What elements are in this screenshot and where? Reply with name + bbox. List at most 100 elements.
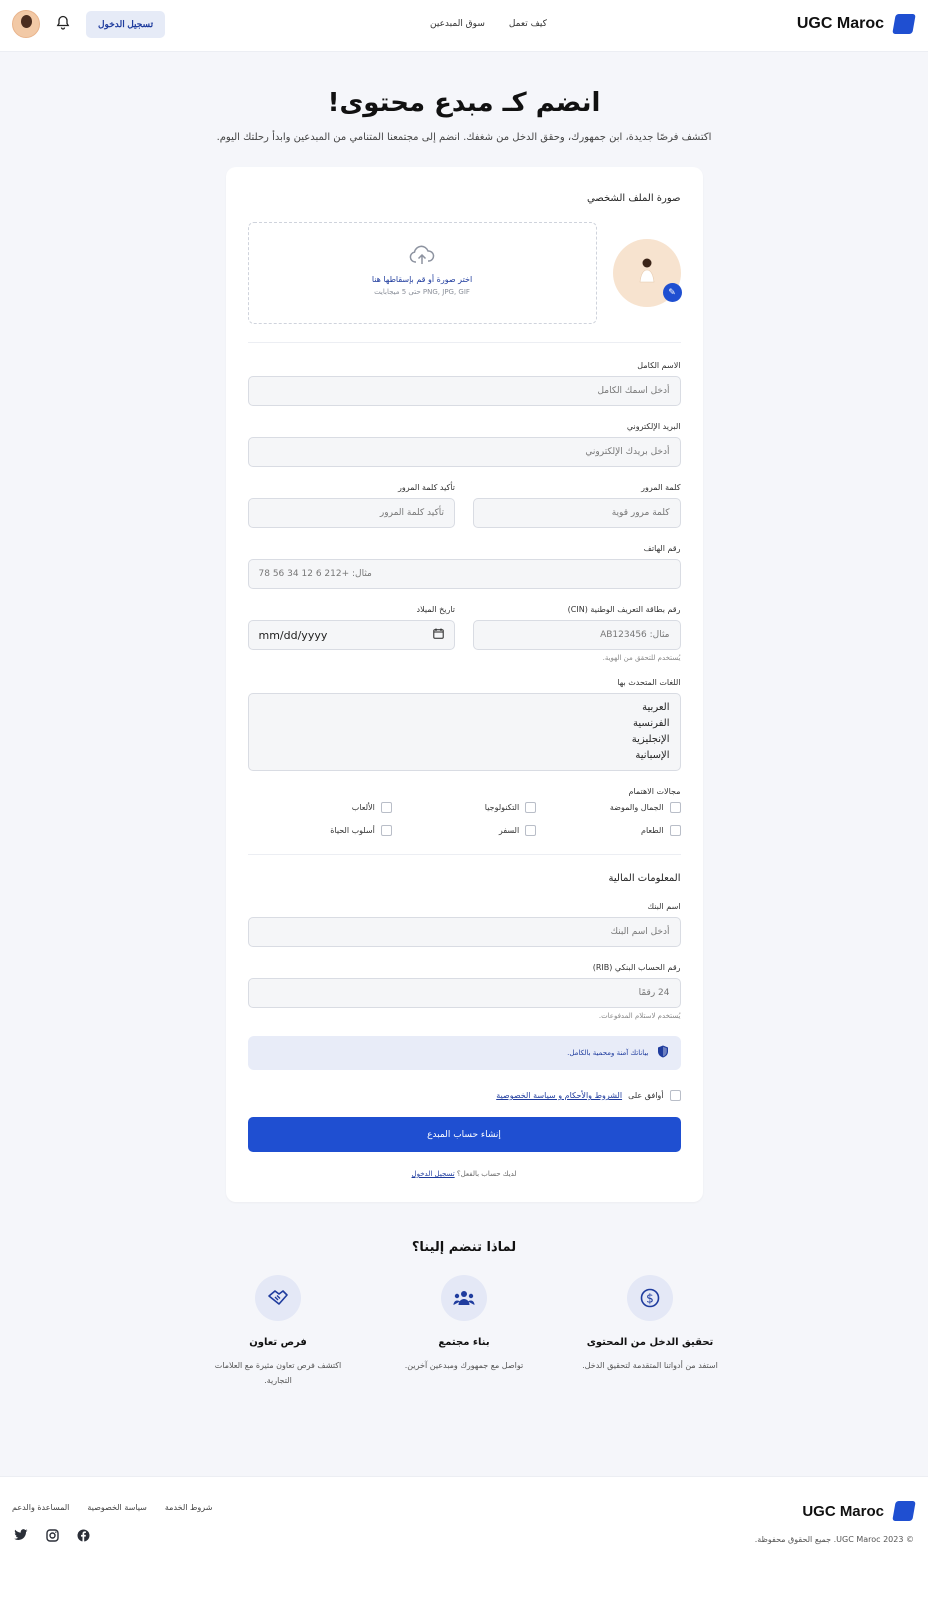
interest-technology[interactable]: التكنولوجيا: [392, 802, 537, 813]
copyright: © 2023 UGC Maroc. جميع الحقوق محفوظة.: [754, 1535, 914, 1544]
interests-label: مجالات الاهتمام: [628, 787, 681, 796]
password-label: كلمة المرور: [641, 483, 681, 492]
full-name-label: الاسم الكامل: [637, 361, 681, 370]
cin-helper: يُستخدم للتحقق من الهوية.: [602, 654, 681, 662]
calendar-icon[interactable]: [433, 628, 444, 642]
birthdate-input[interactable]: mm/dd/yyyy: [247, 620, 455, 650]
logo[interactable]: UGC Maroc: [796, 14, 916, 34]
photo-dropzone[interactable]: اختر صورة أو قم بإسقاطها هنا PNG, JPG, G…: [247, 222, 597, 324]
top-header: UGC Maroc كيف تعمل سوق المبدعين تسجيل ال…: [0, 0, 928, 52]
rib-helper: يُستخدم لاستلام المدفوعات.: [598, 1012, 681, 1020]
profile-picture: ✎: [612, 239, 682, 307]
interests-field: مجالات الاهتمام الجمال والموضة التكنولوج…: [248, 787, 681, 836]
avatar[interactable]: [12, 10, 40, 38]
checkbox[interactable]: [669, 802, 681, 813]
rib-field: رقم الحساب البنكي (RIB) 24 رقمًا يُستخدم…: [247, 963, 681, 1020]
full-name-field: الاسم الكامل أدخل اسمك الكامل: [247, 361, 681, 406]
page-subtitle: اكتشف فرصًا جديدة، ابن جمهورك، وحقق الدخ…: [216, 132, 712, 143]
profile-illustration-icon: [639, 258, 654, 283]
birthdate-value: mm/dd/yyyy: [258, 628, 328, 642]
phone-input[interactable]: مثال: +212 6 12 34 56 78: [247, 559, 681, 589]
terms-agreement[interactable]: أوافق على الشروط والأحكام و سياسة الخصوص…: [248, 1090, 681, 1101]
interest-gaming[interactable]: الألعاب: [248, 802, 392, 813]
bank-name-input[interactable]: أدخل اسم البنك: [247, 917, 681, 947]
email-label: البريد الإلكتروني: [626, 422, 681, 431]
footer-brand-name: UGC Maroc: [802, 1502, 884, 1520]
footer-link-privacy[interactable]: سياسة الخصوصية: [87, 1503, 146, 1512]
email-field: البريد الإلكتروني أدخل بريدك الإلكتروني: [247, 422, 681, 467]
header-actions: تسجيل الدخول: [12, 10, 166, 38]
instagram-icon[interactable]: [46, 1529, 59, 1546]
svg-text:$: $: [646, 1292, 654, 1306]
footer-logo[interactable]: UGC Maroc: [802, 1501, 916, 1521]
nav-creators-market[interactable]: سوق المبدعين: [430, 19, 485, 29]
interests-checkboxes: الجمال والموضة التكنولوجيا الألعاب الطعا…: [248, 802, 681, 836]
feature-community: بناء مجتمع تواصل مع جمهورك ومبدعين آخرين…: [394, 1275, 534, 1388]
create-account-button[interactable]: إنشاء حساب المبدع: [247, 1117, 681, 1152]
cin-field: رقم بطاقة التعريف الوطنية (CIN) مثال: AB…: [473, 605, 681, 662]
rib-label: رقم الحساب البنكي (RIB): [592, 963, 681, 972]
id-birth-row: رقم بطاقة التعريف الوطنية (CIN) مثال: AB…: [247, 605, 681, 678]
confirm-password-input[interactable]: تأكيد كلمة المرور: [247, 498, 455, 528]
bank-name-label: اسم البنك: [647, 902, 681, 911]
checkbox[interactable]: [525, 825, 537, 836]
checkbox[interactable]: [525, 802, 537, 813]
signup-card: صورة الملف الشخصي ✎ اختر صورة أو قم بإسق…: [225, 167, 703, 1202]
feature-monetize: $ تحقيق الدخل من المحتوى استفد من أدواتن…: [580, 1275, 720, 1388]
profile-photo-title: صورة الملف الشخصي: [586, 193, 681, 204]
language-option[interactable]: العربية: [259, 700, 669, 716]
nav-how-it-works[interactable]: كيف تعمل: [509, 19, 547, 29]
languages-label: اللغات المتحدث بها: [617, 678, 681, 687]
cin-label: رقم بطاقة التعريف الوطنية (CIN): [567, 605, 681, 614]
feature-title: فرص تعاون: [249, 1337, 307, 1348]
features: $ تحقيق الدخل من المحتوى استفد من أدواتن…: [0, 1275, 928, 1388]
bank-name-field: اسم البنك أدخل اسم البنك: [247, 902, 681, 947]
login-link[interactable]: تسجيل الدخول: [412, 1170, 455, 1178]
terms-checkbox[interactable]: [669, 1090, 681, 1101]
bell-icon[interactable]: [56, 15, 70, 34]
birthdate-field: تاريخ الميلاد mm/dd/yyyy: [247, 605, 455, 662]
rib-input[interactable]: 24 رقمًا: [247, 978, 681, 1008]
password-input[interactable]: كلمة مرور قوية: [473, 498, 681, 528]
password-row: كلمة المرور كلمة مرور قوية تأكيد كلمة ال…: [247, 483, 681, 544]
terms-prefix: أوافق على: [628, 1091, 664, 1100]
confirm-password-label: تأكيد كلمة المرور: [398, 483, 455, 492]
footer-link-terms[interactable]: شروط الخدمة: [165, 1503, 213, 1512]
secure-notice: بياناتك آمنة ومحمية بالكامل.: [247, 1036, 681, 1070]
phone-label: رقم الهاتف: [643, 544, 681, 553]
feature-desc: تواصل مع جمهورك ومبدعين آخرين.: [404, 1361, 524, 1370]
dropzone-choose-text[interactable]: اختر صورة أو قم بإسقاطها هنا: [249, 275, 596, 284]
interest-beauty-fashion[interactable]: الجمال والموضة: [536, 802, 681, 813]
header-login-button[interactable]: تسجيل الدخول: [86, 10, 166, 38]
language-option[interactable]: الإسبانية: [259, 748, 669, 764]
why-join-title: لماذا تنضم إلينا؟: [411, 1240, 517, 1255]
twitter-icon[interactable]: [14, 1529, 28, 1546]
terms-link[interactable]: الشروط والأحكام و سياسة الخصوصية: [496, 1091, 622, 1100]
interest-travel[interactable]: السفر: [392, 825, 537, 836]
languages-listbox[interactable]: العربية الفرنسية الإنجليزية الإسبانية: [247, 693, 681, 771]
confirm-password-field: تأكيد كلمة المرور تأكيد كلمة المرور: [247, 483, 455, 528]
facebook-icon[interactable]: [77, 1529, 90, 1546]
language-option[interactable]: الفرنسية: [259, 716, 669, 732]
checkbox[interactable]: [669, 825, 681, 836]
feature-title: بناء مجتمع: [438, 1337, 490, 1348]
checkbox[interactable]: [380, 825, 392, 836]
language-option[interactable]: الإنجليزية: [259, 732, 670, 748]
interest-lifestyle[interactable]: أسلوب الحياة: [248, 825, 392, 836]
community-icon: [441, 1275, 487, 1321]
edit-photo-pencil-icon[interactable]: ✎: [662, 283, 682, 302]
brand-name: UGC Maroc: [796, 15, 884, 32]
checkbox[interactable]: [380, 802, 392, 813]
divider: [247, 854, 681, 855]
full-name-input[interactable]: أدخل اسمك الكامل: [247, 376, 681, 406]
interest-food[interactable]: الطعام: [536, 825, 681, 836]
feature-collaboration: فرص تعاون اكتشف فرص تعاون مثيرة مع العلا…: [208, 1275, 348, 1388]
logo-mark-icon: [892, 14, 916, 34]
footer: UGC Maroc © 2023 UGC Maroc. جميع الحقوق …: [0, 1476, 928, 1600]
cin-input[interactable]: مثال: AB123456: [473, 620, 681, 650]
footer-link-help[interactable]: المساعدة والدعم: [12, 1503, 69, 1512]
password-field: كلمة المرور كلمة مرور قوية: [473, 483, 681, 528]
secure-notice-text: بياناتك آمنة ومحمية بالكامل.: [567, 1049, 649, 1057]
email-input[interactable]: أدخل بريدك الإلكتروني: [247, 437, 681, 467]
why-join-section: لماذا تنضم إلينا؟ $ تحقيق الدخل من المحت…: [0, 1240, 928, 1388]
